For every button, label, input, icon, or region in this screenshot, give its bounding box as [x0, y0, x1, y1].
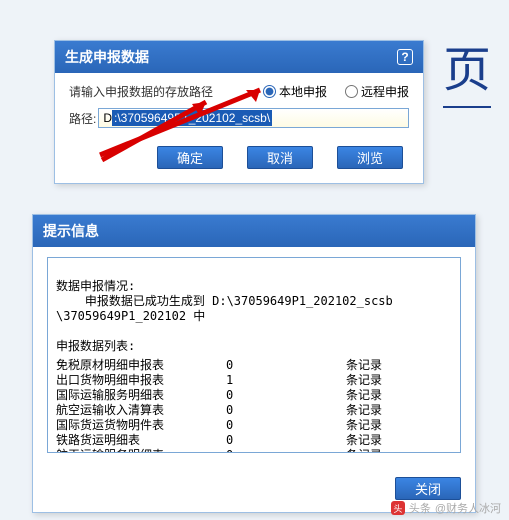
radio-local-label: 本地申报 — [279, 83, 327, 100]
radio-remote-input[interactable] — [345, 85, 358, 98]
help-icon[interactable]: ? — [397, 49, 413, 65]
generate-declaration-dialog: 生成申报数据 ? 请输入申报数据的存放路径 本地申报 远程申报 路径: D:\3… — [54, 40, 424, 184]
info-line: \37059649P1_202102 中 — [56, 309, 205, 323]
report-name: 铁路货运明细表 — [56, 433, 226, 448]
radio-remote-label: 远程申报 — [361, 83, 409, 100]
table-row: 国际货运货物明件表0条记录 — [56, 418, 452, 433]
dialog-body: 数据申报情况: 申报数据已成功生成到 D:\37059649P1_202102_… — [33, 247, 475, 467]
report-unit: 条记录 — [346, 358, 452, 373]
report-name: 国际运输服务明细表 — [56, 388, 226, 403]
report-count: 0 — [226, 403, 346, 418]
path-input-prefix: D — [103, 111, 112, 125]
radio-local[interactable]: 本地申报 — [263, 83, 327, 100]
declare-mode-radio-group: 本地申报 远程申报 — [263, 83, 409, 100]
dialog-header: 生成申报数据 ? — [55, 41, 423, 73]
dialog-title: 生成申报数据 — [65, 47, 149, 67]
message-dialog: 提示信息 数据申报情况: 申报数据已成功生成到 D:\37059649P1_20… — [32, 214, 476, 513]
page-heading-fragment: 页 — [443, 30, 491, 108]
info-line: 数据申报情况: — [56, 279, 135, 293]
report-name: 航天运输服务明细表 — [56, 448, 226, 453]
watermark-logo-icon: 头 — [391, 501, 405, 515]
path-hint-label: 请输入申报数据的存放路径 — [69, 83, 263, 100]
report-unit: 条记录 — [346, 373, 452, 388]
info-list-header: 申报数据列表: — [56, 339, 135, 353]
report-count: 0 — [226, 433, 346, 448]
report-name: 航空运输收入清算表 — [56, 403, 226, 418]
report-name: 国际货运货物明件表 — [56, 418, 226, 433]
dialog-title: 提示信息 — [43, 221, 99, 241]
report-count: 0 — [226, 358, 346, 373]
path-label: 路径: — [69, 110, 96, 127]
report-unit: 条记录 — [346, 388, 452, 403]
table-row: 免税原材明细申报表0条记录 — [56, 358, 452, 373]
watermark-prefix: 头条 — [409, 500, 431, 516]
report-unit: 条记录 — [346, 448, 452, 453]
radio-remote[interactable]: 远程申报 — [345, 83, 409, 100]
report-count: 0 — [226, 388, 346, 403]
report-count: 0 — [226, 418, 346, 433]
info-line: 申报数据已成功生成到 D:\37059649P1_202102_scsb — [56, 294, 393, 308]
table-row: 国际运输服务明细表0条记录 — [56, 388, 452, 403]
dialog-body: 请输入申报数据的存放路径 本地申报 远程申报 路径: D:\37059649P1… — [55, 73, 423, 183]
report-unit: 条记录 — [346, 433, 452, 448]
radio-local-input[interactable] — [263, 85, 276, 98]
report-name: 免税原材明细申报表 — [56, 358, 226, 373]
report-count: 1 — [226, 373, 346, 388]
report-count: 0 — [226, 448, 346, 453]
info-textbox: 数据申报情况: 申报数据已成功生成到 D:\37059649P1_202102_… — [47, 257, 461, 453]
browse-button[interactable]: 浏览 — [337, 146, 403, 169]
path-input[interactable]: D:\37059649P1_202102_scsb\ — [98, 108, 409, 128]
table-row: 航空运输收入清算表0条记录 — [56, 403, 452, 418]
table-row: 航天运输服务明细表0条记录 — [56, 448, 452, 453]
watermark-author: @财务人冰河 — [435, 500, 501, 516]
report-list: 免税原材明细申报表0条记录出口货物明细申报表1条记录国际运输服务明细表0条记录航… — [56, 358, 452, 453]
watermark: 头 头条 @财务人冰河 — [391, 500, 501, 516]
ok-button[interactable]: 确定 — [157, 146, 223, 169]
dialog-header: 提示信息 — [33, 215, 475, 247]
table-row: 出口货物明细申报表1条记录 — [56, 373, 452, 388]
path-input-selection: :\37059649P1_202102_scsb\ — [112, 110, 272, 126]
report-unit: 条记录 — [346, 418, 452, 433]
table-row: 铁路货运明细表0条记录 — [56, 433, 452, 448]
close-button[interactable]: 关闭 — [395, 477, 461, 500]
report-unit: 条记录 — [346, 403, 452, 418]
cancel-button[interactable]: 取消 — [247, 146, 313, 169]
report-name: 出口货物明细申报表 — [56, 373, 226, 388]
